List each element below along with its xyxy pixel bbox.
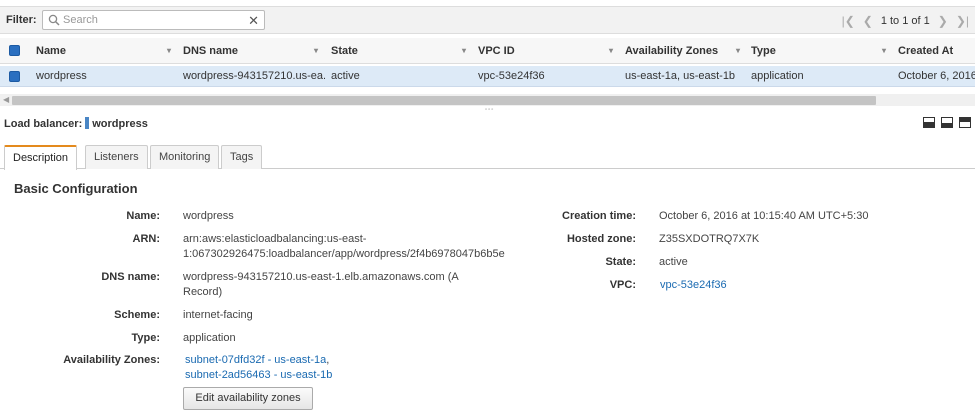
az-separator: , xyxy=(326,354,330,366)
tab-listeners[interactable]: Listeners xyxy=(85,145,148,169)
state-label: State: xyxy=(605,256,636,268)
cell-name: wordpress xyxy=(36,70,87,82)
column-header-name[interactable]: Name ▾ xyxy=(36,38,171,64)
tab-tags[interactable]: Tags xyxy=(221,145,263,169)
name-label: Name: xyxy=(126,210,160,222)
arn-line-1: arn:aws:elasticloadbalancing:us-east- xyxy=(183,233,367,245)
table-row[interactable]: wordpress wordpress-943157210.us-ea... a… xyxy=(0,66,975,87)
creation-time-value: October 6, 2016 at 10:15:40 AM UTC+5:30 xyxy=(659,210,869,222)
availability-zones-line-2: subnet-2ad56463 - us-east-1b xyxy=(185,367,332,383)
column-header-dns-name[interactable]: DNS name ▾ xyxy=(183,38,318,64)
chevron-down-icon: ▾ xyxy=(735,46,740,55)
subnet-link-1b[interactable]: subnet-2ad56463 - us-east-1b xyxy=(185,369,332,381)
type-label: Type: xyxy=(131,332,160,344)
tab-monitoring[interactable]: Monitoring xyxy=(150,145,220,169)
load-balancer-name: wordpress xyxy=(92,118,148,130)
horizontal-scrollbar[interactable]: ◀ xyxy=(0,94,975,106)
cell-type: application xyxy=(751,70,804,82)
resize-grip[interactable]: ▫▫▫ xyxy=(485,107,505,113)
load-balancer-label: Load balancer: xyxy=(4,118,83,130)
cell-created-at: October 6, 2016 a xyxy=(898,70,975,82)
filter-label: Filter: xyxy=(6,14,37,26)
selection-marker xyxy=(85,117,90,129)
next-page-icon[interactable]: ❯ xyxy=(938,14,948,28)
cell-availability-zones: us-east-1a, us-east-1b xyxy=(625,70,736,82)
hosted-zone-label: Hosted zone: xyxy=(566,233,636,245)
arn-line-2: 1:067302926475:loadbalancer/app/wordpres… xyxy=(183,248,505,260)
dns-name-label: DNS name: xyxy=(101,271,160,283)
load-balancer-heading: Load balancer: wordpress xyxy=(4,117,148,130)
chevron-down-icon: ▾ xyxy=(881,46,886,55)
layout-toggle-group xyxy=(923,117,971,128)
filter-bar: Filter: ✕ |❮ ❮ 1 to 1 of 1 ❯ ❯| xyxy=(0,6,975,34)
select-all-checkbox[interactable] xyxy=(9,45,20,56)
scheme-value: internet-facing xyxy=(183,309,253,321)
dns-name-line-2: Record) xyxy=(183,286,223,298)
search-icon xyxy=(48,14,60,26)
availability-zones-label: Availability Zones: xyxy=(63,354,160,366)
last-page-icon[interactable]: ❯| xyxy=(956,14,969,28)
subnet-link-1a[interactable]: subnet-07dfd32f - us-east-1a xyxy=(185,354,326,366)
layout-top-icon[interactable] xyxy=(959,117,971,128)
dns-name-line-1: wordpress-943157210.us-east-1.elb.amazon… xyxy=(183,271,459,283)
chevron-down-icon: ▾ xyxy=(166,46,171,55)
vpc-link[interactable]: vpc-53e24f36 xyxy=(660,277,727,293)
row-checkbox[interactable] xyxy=(9,71,20,82)
type-value: application xyxy=(183,332,236,344)
column-header-vpc-id[interactable]: VPC ID ▾ xyxy=(478,38,613,64)
arn-label: ARN: xyxy=(132,233,161,245)
cell-vpc-id: vpc-53e24f36 xyxy=(478,70,545,82)
scroll-left-icon[interactable]: ◀ xyxy=(3,95,9,104)
name-value: wordpress xyxy=(183,210,234,222)
table-header: Name ▾ DNS name ▾ State ▾ VPC ID ▾ Availabil… xyxy=(0,38,975,64)
chevron-down-icon: ▾ xyxy=(461,46,466,55)
pager: |❮ ❮ 1 to 1 of 1 ❯ ❯| xyxy=(842,13,969,29)
column-header-state[interactable]: State ▾ xyxy=(331,38,466,64)
availability-zones-line-1: subnet-07dfd32f - us-east-1a, xyxy=(185,352,329,368)
cell-dns-name: wordpress-943157210.us-ea... xyxy=(183,70,325,82)
pager-text: 1 to 1 of 1 xyxy=(880,15,930,27)
tab-description[interactable]: Description xyxy=(4,145,78,170)
detail-tabs: Description Listeners Monitoring Tags xyxy=(0,144,975,170)
prev-page-icon[interactable]: ❮ xyxy=(863,14,873,28)
scrollbar-thumb[interactable] xyxy=(12,96,876,105)
search-input[interactable] xyxy=(63,12,243,28)
first-page-icon[interactable]: |❮ xyxy=(842,14,855,28)
edit-availability-zones-button[interactable]: Edit availability zones xyxy=(183,387,313,410)
column-header-created-at[interactable]: Created At xyxy=(898,38,975,64)
layout-bottom-icon[interactable] xyxy=(923,117,935,128)
chevron-down-icon: ▾ xyxy=(608,46,613,55)
vpc-label: VPC: xyxy=(609,279,636,291)
layout-split-icon[interactable] xyxy=(941,117,953,128)
column-header-type[interactable]: Type ▾ xyxy=(751,38,886,64)
column-header-availability-zones[interactable]: Availability Zones ▾ xyxy=(625,38,740,64)
search-box[interactable]: ✕ xyxy=(42,10,265,30)
chevron-down-icon: ▾ xyxy=(313,46,318,55)
cell-state: active xyxy=(331,70,360,82)
scheme-label: Scheme: xyxy=(114,309,160,321)
clear-search-icon[interactable]: ✕ xyxy=(248,13,259,29)
creation-time-label: Creation time: xyxy=(562,210,636,222)
section-title: Basic Configuration xyxy=(14,181,138,196)
state-value: active xyxy=(659,256,688,268)
hosted-zone-value: Z35SXDOTRQ7X7K xyxy=(659,233,760,245)
